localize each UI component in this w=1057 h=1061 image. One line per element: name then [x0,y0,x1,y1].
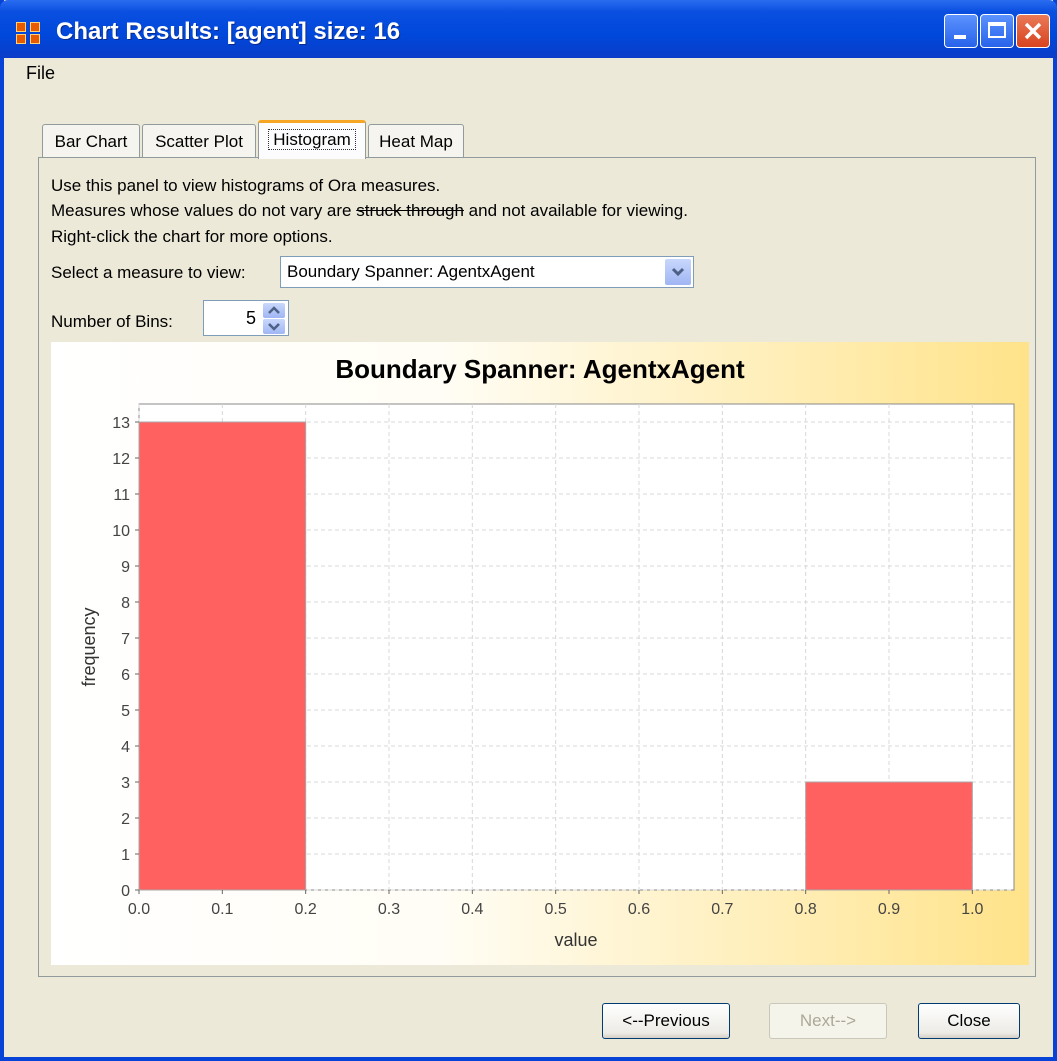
y-axis-label: frequency [79,607,99,686]
bins-spinner[interactable]: 5 [203,300,289,336]
tab-histogram[interactable]: Histogram [258,120,366,159]
histogram-bar [805,781,973,891]
y-tick-label: 12 [112,451,130,468]
struck-through-example: struck through [356,201,464,220]
tab-heat-map[interactable]: Heat Map [368,124,464,158]
description-line-2: Measures whose values do not vary are st… [51,201,688,221]
dropdown-button[interactable] [665,259,691,285]
menu-bar: File [4,58,1053,90]
chevron-down-icon [268,323,280,331]
tab-histogram-label: Histogram [268,129,356,150]
x-tick-label: 0.3 [378,901,400,918]
y-tick-label: 0 [121,883,130,900]
y-tick-label: 11 [113,487,130,504]
y-tick-label: 2 [121,811,130,828]
bins-label: Number of Bins: [51,312,173,331]
tab-bar-chart[interactable]: Bar Chart [42,124,140,158]
chart-results-window: Chart Results: [agent] size: 16 File Bar… [0,0,1057,1061]
y-tick-label: 7 [121,631,130,648]
y-tick-label: 3 [121,775,130,792]
description-line-3: Right-click the chart for more options. [51,227,333,246]
ora-app-icon [16,22,42,46]
y-tick-label: 5 [121,703,130,720]
y-tick-label: 1 [121,847,130,864]
x-tick-label: 0.0 [128,901,150,918]
x-tick-label: 0.2 [295,901,317,918]
chevron-up-icon [268,306,280,314]
x-tick-label: 0.1 [211,901,233,918]
previous-button[interactable]: <--Previous [602,1003,730,1039]
maximize-icon [988,22,1006,38]
measure-select[interactable]: Boundary Spanner: AgentxAgent [280,256,694,288]
histogram-svg: Boundary Spanner: AgentxAgent 0123456789… [79,354,1015,950]
minimize-button[interactable] [944,14,978,48]
close-window-button[interactable] [1016,14,1050,48]
bins-value: 5 [245,308,256,328]
x-tick-label: 0.4 [461,901,483,918]
spinner-up-button[interactable] [263,303,285,318]
menu-file[interactable]: File [26,63,55,84]
x-tick-label: 0.9 [878,901,900,918]
spinner-down-button[interactable] [263,319,285,334]
description-line-2-end: and not available for viewing. [463,201,688,220]
description-line-1: Use this panel to view histograms of Ora… [51,176,441,195]
chart-title: Boundary Spanner: AgentxAgent [335,354,745,384]
close-button[interactable]: Close [918,1003,1020,1039]
y-tick-label: 4 [121,739,130,756]
y-tick-label: 9 [121,559,130,576]
x-tick-label: 0.8 [795,901,817,918]
measure-label: Select a measure to view: [51,263,246,282]
histogram-bar [138,421,307,891]
tab-scatter-plot[interactable]: Scatter Plot [142,124,256,158]
y-tick-label: 13 [112,415,130,432]
x-tick-label: 0.5 [545,901,567,918]
y-tick-label: 10 [112,523,130,540]
minimize-icon [954,35,966,39]
x-axis-label: value [554,930,597,950]
histogram-chart[interactable]: Boundary Spanner: AgentxAgent 0123456789… [51,342,1029,965]
title-bar[interactable]: Chart Results: [agent] size: 16 [0,0,1057,58]
next-button[interactable]: Next--> [769,1003,887,1039]
window-title: Chart Results: [agent] size: 16 [56,18,401,45]
close-icon [1024,22,1042,40]
measure-select-value: Boundary Spanner: AgentxAgent [287,262,535,281]
maximize-button[interactable] [980,14,1014,48]
x-tick-label: 0.7 [711,901,733,918]
y-tick-label: 8 [121,595,130,612]
x-tick-label: 0.6 [628,901,650,918]
x-tick-label: 1.0 [961,901,983,918]
chevron-down-icon [671,267,685,277]
histogram-panel: Use this panel to view histograms of Ora… [38,157,1036,977]
y-tick-label: 6 [121,667,130,684]
description-line-2-start: Measures whose values do not vary are [51,201,357,220]
